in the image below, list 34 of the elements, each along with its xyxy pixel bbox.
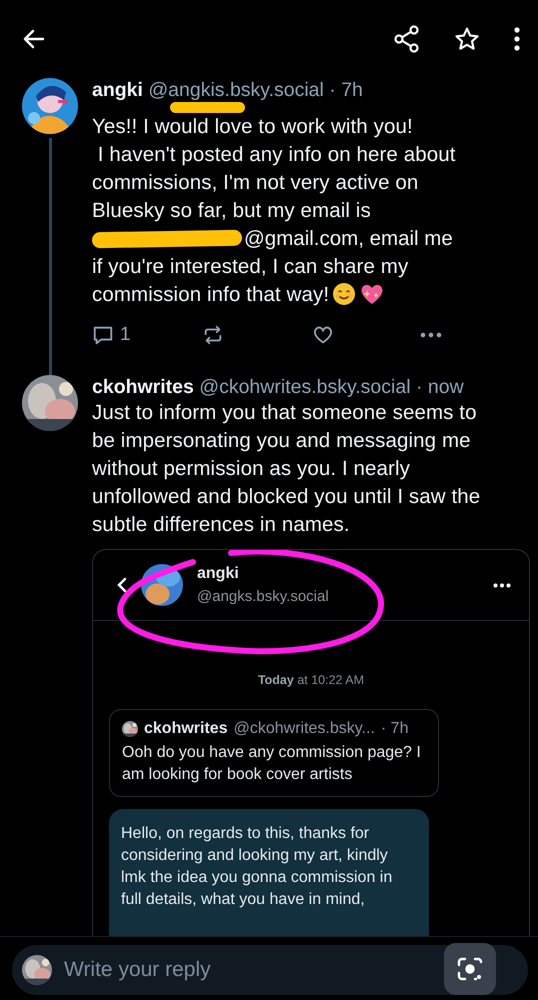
reply-button[interactable]: 1 — [92, 324, 202, 346]
contact-handle: @angks.bsky.social — [197, 588, 330, 605]
reply-field[interactable]: Write your reply — [12, 945, 528, 995]
author-name[interactable]: angki — [92, 79, 143, 101]
repost-icon[interactable] — [202, 324, 224, 346]
back-arrow-icon[interactable] — [22, 27, 46, 51]
sparkling-heart-icon — [359, 282, 386, 306]
visual-search-button[interactable] — [444, 943, 496, 995]
comment-icon — [92, 324, 114, 346]
more-options-icon[interactable] — [514, 27, 520, 51]
star-icon[interactable] — [454, 26, 480, 52]
author-handle: @ckohwrites.bsky... — [234, 720, 375, 738]
smiling-face-icon — [332, 282, 356, 306]
chevron-left-icon — [117, 577, 127, 593]
post-text: @gmail.com, email me — [244, 226, 453, 252]
post-text: Just to inform you that someone seems to be impersonating you and messaging me without permission as you. I nearly unfollowed and blocked you until I saw the subtle differences in names. — [92, 400, 482, 538]
author-handle[interactable]: @ckohwrites.bsky.social — [199, 376, 411, 398]
post-text: if you're interested, I can share my — [92, 255, 408, 278]
heart-icon[interactable] — [312, 324, 334, 346]
message-timestamp: Today at 10:22 AM — [256, 673, 366, 687]
post-text: commission info that way! — [92, 283, 330, 306]
camera-scan-icon — [456, 955, 484, 983]
contact-name: angki — [197, 565, 240, 583]
quoted-text: Ooh do you have any commission page? I am looking for book cover artists — [122, 743, 422, 785]
post-time: · 7h — [380, 720, 408, 738]
more-icon — [493, 582, 511, 588]
author-name: ckohwrites — [144, 720, 228, 738]
post-time: · now — [416, 376, 464, 398]
share-icon[interactable] — [394, 25, 420, 53]
author-handle[interactable]: @angkis.bsky.social — [148, 79, 324, 101]
more-icon[interactable] — [420, 332, 442, 338]
author-name[interactable]: ckohwrites — [92, 376, 194, 398]
post-text: Yes!! I would love to work with you! I haven't posted any info on here about commissions, I'm not very active on Bluesky so far, but my email is — [92, 114, 457, 224]
post-time: · 7h — [329, 79, 363, 101]
